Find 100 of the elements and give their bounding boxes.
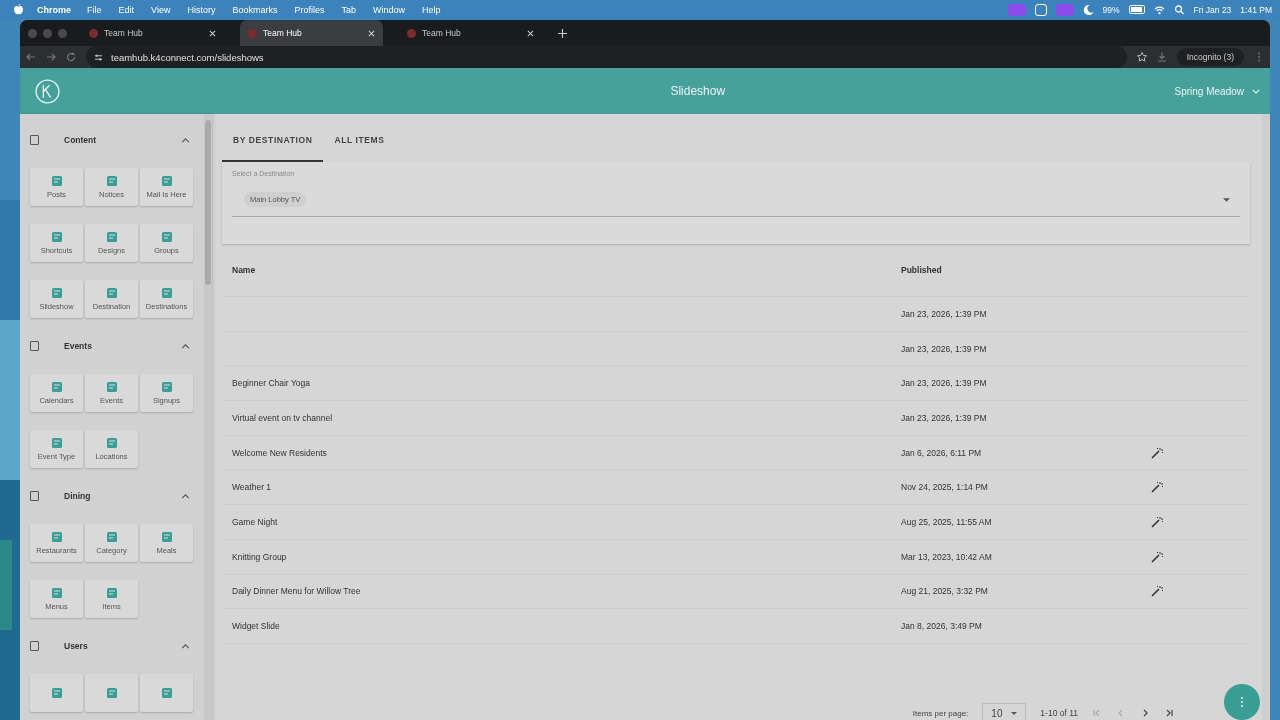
column-header[interactable]: Published xyxy=(901,265,1151,275)
tile-icon xyxy=(160,531,173,543)
close-icon[interactable] xyxy=(527,29,534,37)
tile-icon xyxy=(50,287,63,299)
tile-icon xyxy=(50,687,63,699)
favicon-icon xyxy=(248,28,257,38)
table-cell-text: Jan 23, 2026, 1:39 PM xyxy=(901,308,988,319)
tab-title: Team Hub xyxy=(422,28,462,38)
section-header[interactable]: Content xyxy=(30,126,204,154)
download-icon[interactable] xyxy=(1156,52,1167,62)
tile-icon xyxy=(105,381,118,393)
search-icon[interactable] xyxy=(1173,4,1185,15)
browser-tab[interactable]: Team Hub xyxy=(81,20,224,46)
tile-icon xyxy=(160,381,173,393)
tile-icon xyxy=(105,287,118,299)
per-page-select[interactable]: 10 xyxy=(982,703,1027,720)
table-cell-text: Jan 23, 2026, 1:39 PM xyxy=(901,412,988,423)
more-icon xyxy=(1240,696,1244,708)
tile-icon xyxy=(50,175,63,187)
battery-icon[interactable] xyxy=(1128,5,1145,14)
new-tab-icon[interactable] xyxy=(558,28,567,38)
table-cell: Widget Slide xyxy=(232,621,280,632)
app-icon[interactable] xyxy=(1034,3,1047,16)
address-bar[interactable]: teamhub.k4connect.com/slideshows xyxy=(86,46,1127,68)
profile-button[interactable]: Incognito (3) xyxy=(1176,48,1244,66)
tile-icon xyxy=(105,531,118,543)
tile-icon xyxy=(160,231,173,243)
table-cell-text: Mar 13, 2023, 10:42 AM xyxy=(901,551,993,562)
table-cell-text: Jan 23, 2026, 1:39 PM xyxy=(901,343,988,354)
apple-icon[interactable] xyxy=(14,4,23,15)
section-header[interactable]: Users xyxy=(30,632,204,660)
menu-item[interactable]: Help xyxy=(422,4,441,15)
tile-icon xyxy=(105,587,118,599)
tile-icon xyxy=(50,231,63,243)
last-page-icon[interactable] xyxy=(1164,708,1174,718)
community-selector[interactable]: Spring Meadow xyxy=(1174,85,1244,97)
tile-icon xyxy=(160,175,173,187)
table-cell-text: Nov 24, 2025, 1:14 PM xyxy=(901,482,989,493)
nav-tile[interactable] xyxy=(140,674,193,712)
section-icon xyxy=(30,641,39,651)
wand-icon[interactable] xyxy=(1151,550,1163,563)
table-cell-text: Jan 23, 2026, 1:39 PM xyxy=(901,378,988,389)
section-header[interactable]: Events xyxy=(30,332,204,360)
menu-item[interactable]: File xyxy=(87,4,102,15)
wand-icon[interactable] xyxy=(1151,481,1163,494)
forward-icon[interactable] xyxy=(46,52,56,62)
menu-item[interactable]: Bookmarks xyxy=(232,4,278,15)
moon-icon[interactable] xyxy=(1082,4,1094,15)
tile-icon xyxy=(50,381,63,393)
menu-bar-time[interactable]: 1:41 PM xyxy=(1240,4,1272,15)
scrollbar[interactable] xyxy=(204,114,212,720)
table-cell-text: Aug 21, 2025, 3:32 PM xyxy=(901,586,989,597)
wand-icon[interactable] xyxy=(1151,515,1163,528)
wand-icon[interactable] xyxy=(1151,585,1163,598)
browser-tab[interactable]: Team Hub xyxy=(399,20,542,46)
tile-icon xyxy=(160,287,173,299)
table-cell: Beginner Chair Yoga xyxy=(232,378,310,389)
table-cell: Game Night xyxy=(232,516,278,527)
star-icon[interactable] xyxy=(1136,52,1147,62)
tile-icon xyxy=(160,687,173,699)
scrollbar[interactable] xyxy=(1262,114,1270,720)
close-icon[interactable] xyxy=(368,29,375,37)
caret-icon[interactable] xyxy=(1252,88,1260,94)
section-icon xyxy=(30,341,39,351)
table-cell: Welcome New Residents xyxy=(232,447,327,458)
menu-item[interactable]: History xyxy=(187,4,216,15)
reload-icon[interactable] xyxy=(66,52,76,62)
wifi-icon[interactable] xyxy=(1153,4,1165,15)
section-header[interactable]: Dining xyxy=(30,482,204,510)
menu-item[interactable]: Window xyxy=(372,4,405,15)
menu-item[interactable]: Chrome xyxy=(37,4,71,15)
back-icon[interactable] xyxy=(26,52,36,62)
favicon-icon xyxy=(89,28,98,38)
tile-icon xyxy=(50,531,63,543)
items-per-page-label: Items per page: xyxy=(912,708,969,718)
dropdown-icon xyxy=(1011,711,1018,715)
menu-bar-date[interactable]: Fri Jan 23 xyxy=(1193,4,1232,15)
menu-item[interactable]: Tab xyxy=(341,4,356,15)
tile-icon xyxy=(105,231,118,243)
logo-icon[interactable] xyxy=(34,77,61,105)
wand-icon[interactable] xyxy=(1151,446,1163,459)
section-icon xyxy=(30,491,39,501)
browser-tab[interactable]: Team Hub xyxy=(240,20,383,46)
nav-tile[interactable] xyxy=(30,674,83,712)
close-icon[interactable] xyxy=(209,29,216,37)
table-cell: Daily Dinner Menu for Willow Tree xyxy=(232,586,361,597)
more-actions-button[interactable] xyxy=(1224,684,1260,720)
page-range: 1-10 of 11 xyxy=(1040,708,1078,718)
table-cell-text: Jan 8, 2026, 3:49 PM xyxy=(901,621,983,632)
table-cell: Virtual event on tv channel xyxy=(232,412,333,423)
site-settings-icon[interactable] xyxy=(94,52,103,62)
nav-tile[interactable] xyxy=(85,674,138,712)
column-header[interactable]: Name xyxy=(222,265,901,275)
menu-item[interactable]: Profiles xyxy=(294,4,325,15)
section-icon xyxy=(30,135,39,145)
window-controls[interactable] xyxy=(28,28,67,38)
menu-item[interactable]: Edit xyxy=(118,4,135,15)
tab[interactable]: ALL ITEMS xyxy=(323,114,396,162)
menu-item[interactable]: View xyxy=(151,4,171,15)
dropdown-icon xyxy=(1223,197,1230,202)
